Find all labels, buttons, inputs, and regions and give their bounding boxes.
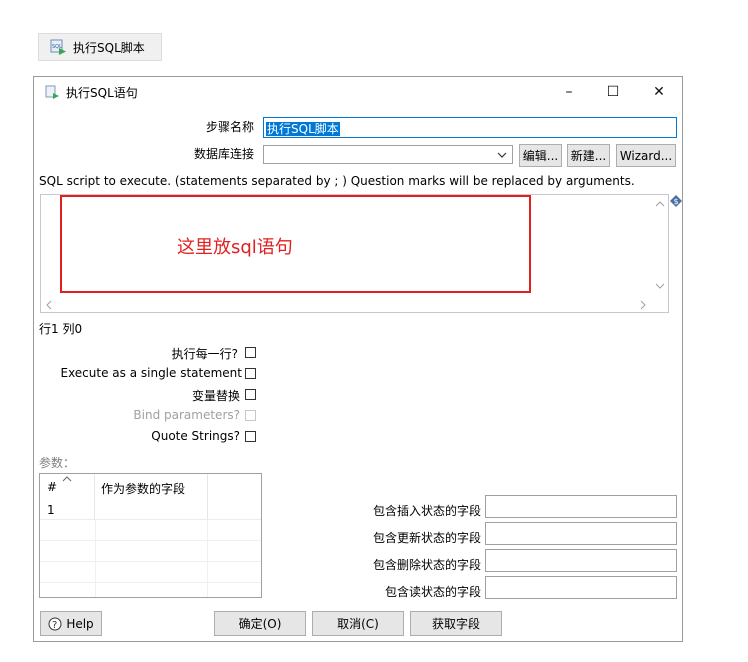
maximize-icon: ☐ bbox=[606, 84, 620, 100]
variable-icon: $ bbox=[670, 195, 682, 207]
annotation-box: 这里放sql语句 bbox=[60, 195, 531, 293]
horizontal-scrollbar[interactable] bbox=[41, 296, 652, 312]
new-button[interactable]: 新建... bbox=[567, 144, 610, 167]
params-header-num-text: # bbox=[47, 480, 58, 494]
sql-dialog-icon bbox=[45, 85, 59, 99]
single-statement-checkbox[interactable] bbox=[245, 368, 256, 379]
delete-status-label: 包含删除状态的字段 bbox=[372, 558, 481, 572]
sql-script-icon: SQL bbox=[50, 39, 66, 55]
cursor-position: 行1 列0 bbox=[39, 322, 83, 336]
sort-asc-icon bbox=[62, 476, 72, 482]
single-statement-label: Execute as a single statement bbox=[60, 366, 242, 380]
update-status-label: 包含更新状态的字段 bbox=[372, 531, 481, 545]
execute-each-row-checkbox[interactable] bbox=[245, 347, 256, 358]
dialog-title: 执行SQL语句 bbox=[66, 85, 138, 100]
step-tab[interactable]: SQL 执行SQL脚本 bbox=[38, 33, 162, 61]
bind-parameters-label: Bind parameters? bbox=[133, 408, 240, 422]
step-name-label: 步骤名称 bbox=[205, 120, 254, 134]
step-tab-label: 执行SQL脚本 bbox=[73, 40, 145, 55]
connection-select[interactable] bbox=[263, 145, 513, 164]
variable-substitution-label: 变量替换 bbox=[191, 389, 240, 403]
read-status-input[interactable] bbox=[485, 576, 677, 599]
scroll-right-icon bbox=[640, 300, 646, 310]
insert-status-label: 包含插入状态的字段 bbox=[372, 504, 481, 518]
read-status-label: 包含读状态的字段 bbox=[384, 585, 481, 599]
edit-button-label: 编辑... bbox=[522, 149, 559, 163]
update-status-input[interactable] bbox=[485, 522, 677, 545]
help-icon: ? bbox=[48, 617, 62, 631]
annotation-text: 这里放sql语句 bbox=[177, 237, 293, 258]
params-row-num[interactable]: 1 bbox=[40, 499, 95, 520]
params-table[interactable]: # 作为参数的字段 1 bbox=[39, 473, 262, 598]
title-bar: 执行SQL语句 – ☐ ✕ bbox=[34, 77, 682, 107]
cancel-button[interactable]: 取消(C) bbox=[312, 611, 404, 636]
wizard-button-label: Wizard... bbox=[619, 148, 673, 163]
cancel-button-label: 取消(C) bbox=[337, 617, 379, 631]
edit-button[interactable]: 编辑... bbox=[519, 144, 562, 167]
vertical-scrollbar[interactable] bbox=[652, 195, 668, 295]
params-row-field[interactable] bbox=[95, 499, 208, 520]
help-button-label: Help bbox=[66, 616, 94, 631]
params-column-lines bbox=[95, 520, 208, 597]
maximize-button[interactable]: ☐ bbox=[590, 77, 636, 107]
new-button-label: 新建... bbox=[570, 149, 607, 163]
wizard-button[interactable]: Wizard... bbox=[616, 144, 676, 167]
scroll-left-icon bbox=[46, 300, 52, 310]
minimize-icon: – bbox=[565, 84, 573, 100]
variable-substitution-checkbox[interactable] bbox=[245, 389, 256, 400]
quote-strings-label: Quote Strings? bbox=[151, 429, 240, 443]
ok-button[interactable]: 确定(O) bbox=[214, 611, 306, 636]
delete-status-input[interactable] bbox=[485, 549, 677, 572]
scroll-up-icon bbox=[655, 201, 665, 207]
params-row-empty bbox=[208, 499, 261, 520]
insert-status-input[interactable] bbox=[485, 495, 677, 518]
step-name-input[interactable]: 执行SQL脚本 bbox=[263, 117, 677, 138]
ok-button-label: 确定(O) bbox=[238, 617, 282, 631]
bind-parameters-checkbox bbox=[245, 410, 256, 421]
close-icon: ✕ bbox=[653, 84, 665, 100]
svg-text:?: ? bbox=[52, 620, 57, 631]
params-header-field[interactable]: 作为参数的字段 bbox=[95, 474, 208, 499]
minimize-button[interactable]: – bbox=[546, 77, 592, 107]
scroll-down-icon bbox=[655, 283, 665, 289]
params-header-num[interactable]: # bbox=[40, 474, 95, 499]
help-button[interactable]: ? Help bbox=[40, 611, 102, 636]
step-name-value: 执行SQL脚本 bbox=[266, 122, 340, 136]
quote-strings-checkbox[interactable] bbox=[245, 431, 256, 442]
svg-text:$: $ bbox=[674, 197, 679, 206]
chevron-down-icon bbox=[497, 152, 507, 158]
close-button[interactable]: ✕ bbox=[636, 77, 682, 107]
get-fields-button-label: 获取字段 bbox=[431, 617, 480, 631]
get-fields-button[interactable]: 获取字段 bbox=[410, 611, 502, 636]
sql-hint: SQL script to execute. (statements separ… bbox=[39, 174, 635, 188]
connection-label: 数据库连接 bbox=[193, 147, 254, 161]
sql-dialog: 执行SQL语句 – ☐ ✕ 步骤名称 执行SQL脚本 数据库连接 编辑... 新… bbox=[33, 76, 683, 642]
params-label: 参数： bbox=[39, 456, 76, 470]
execute-each-row-label: 执行每一行? bbox=[171, 347, 238, 361]
